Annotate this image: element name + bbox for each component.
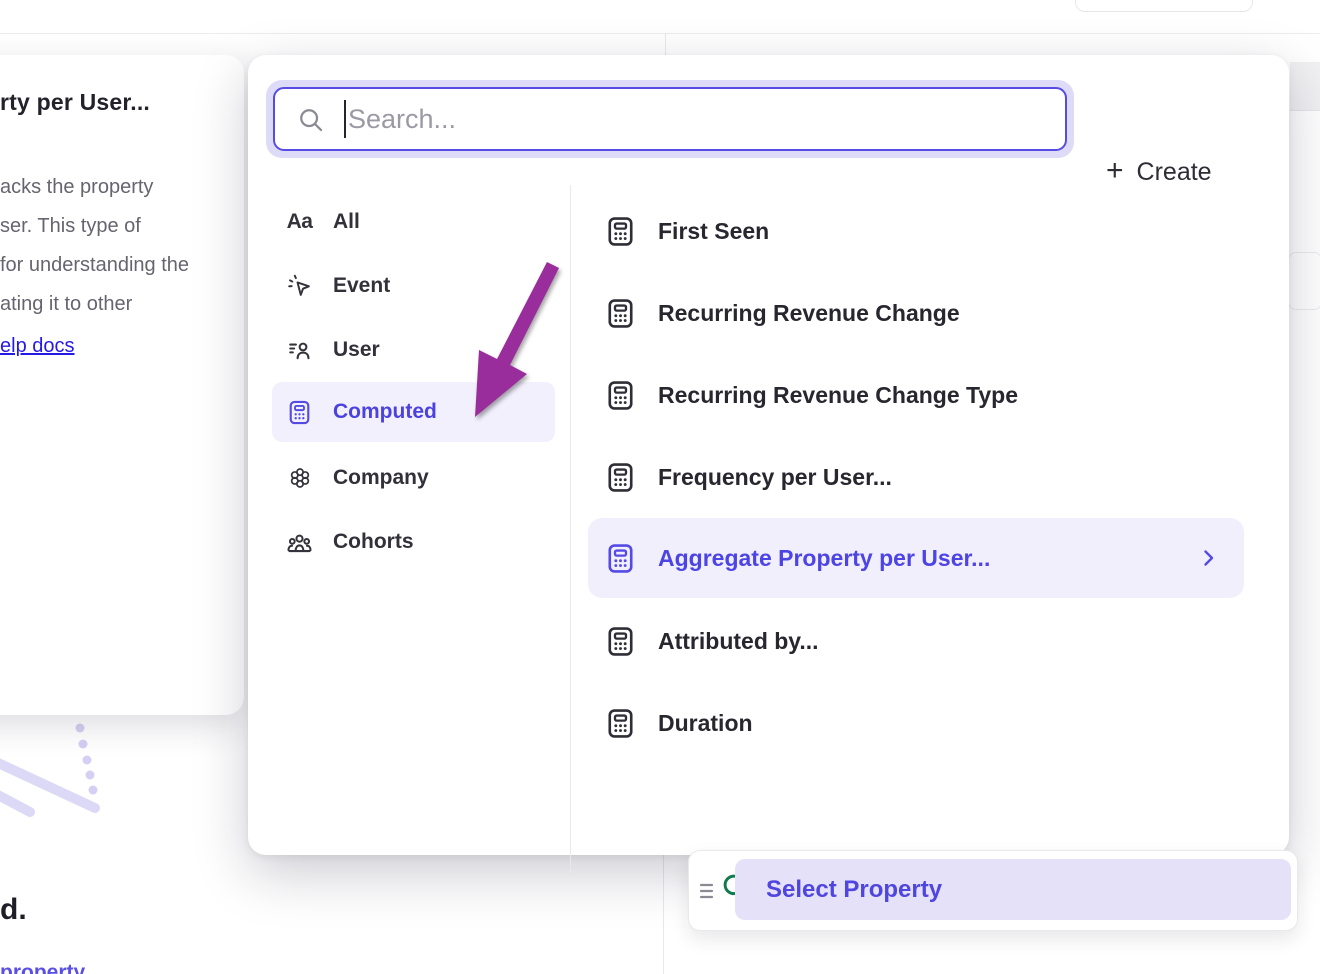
cohorts-icon (286, 529, 313, 556)
background-link-fragment: property (0, 961, 110, 974)
category-all[interactable]: Aa All (272, 194, 555, 250)
property-attributed-by[interactable]: Attributed by... (588, 611, 1244, 671)
calculator-icon (604, 215, 637, 248)
calculator-icon (604, 297, 637, 330)
background-gray-panel (1290, 62, 1320, 111)
create-button[interactable]: + Create (1106, 149, 1212, 195)
property-recurring-revenue-change-type[interactable]: Recurring Revenue Change Type (588, 365, 1244, 425)
category-company[interactable]: Company (272, 450, 555, 506)
tooltip-title: rty per User... (0, 89, 226, 116)
background-button-edge (1075, 0, 1253, 12)
drag-handle-icon[interactable] (697, 877, 719, 910)
column-divider-top (665, 33, 666, 55)
background-heading-fragment: d. (0, 893, 27, 927)
calculator-icon (604, 707, 637, 740)
property-picker-modal: + Create Aa All Event User (248, 55, 1289, 855)
category-computed[interactable]: Computed (272, 382, 555, 442)
background-card-edge (1288, 252, 1320, 310)
select-property-bar: Select Property (688, 850, 1298, 931)
modal-column-divider (570, 185, 571, 873)
calculator-icon (286, 399, 313, 426)
company-icon (286, 465, 313, 492)
text-cursor (344, 100, 346, 138)
search-box[interactable] (273, 87, 1067, 151)
chevron-right-icon (1196, 546, 1220, 570)
property-first-seen[interactable]: First Seen (588, 201, 1244, 261)
search-focus-ring (266, 80, 1074, 158)
property-recurring-revenue-change[interactable]: Recurring Revenue Change (588, 283, 1244, 343)
select-property-button[interactable]: Select Property (735, 859, 1291, 920)
help-docs-link[interactable]: elp docs (0, 335, 75, 358)
calculator-icon (604, 461, 637, 494)
tooltip-body: acks the property ser. This type of for … (0, 168, 226, 324)
search-input[interactable] (275, 89, 1065, 149)
create-button-label: Create (1137, 158, 1212, 187)
user-list-icon (286, 337, 313, 364)
property-aggregate-property-per-user[interactable]: Aggregate Property per User... (588, 518, 1244, 598)
calculator-icon (604, 379, 637, 412)
event-click-icon (286, 273, 313, 300)
category-cohorts[interactable]: Cohorts (272, 514, 555, 570)
property-help-tooltip: rty per User... acks the property ser. T… (0, 55, 244, 715)
category-user[interactable]: User (272, 322, 555, 378)
category-event[interactable]: Event (272, 258, 555, 314)
property-frequency-per-user[interactable]: Frequency per User... (588, 447, 1244, 507)
plus-icon: + (1106, 156, 1124, 186)
property-duration[interactable]: Duration (588, 693, 1244, 753)
calculator-icon (604, 625, 637, 658)
calculator-icon (604, 542, 637, 575)
column-divider-bottom (663, 855, 664, 974)
page-header-divider (0, 33, 1320, 34)
aa-text-icon: Aa (286, 209, 313, 236)
